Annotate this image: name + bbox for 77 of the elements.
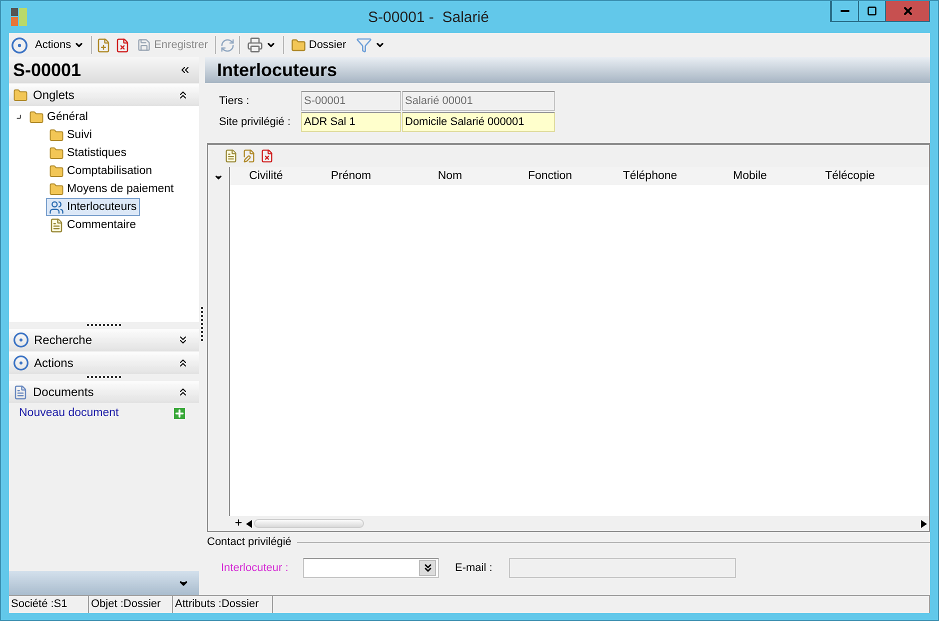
- window-title: S-00001 - Salarié: [367, 8, 490, 26]
- folder-icon: [13, 88, 28, 102]
- status-text: Société :S1: [9, 596, 89, 613]
- column-header[interactable]: Téléphone: [600, 167, 700, 185]
- input-field[interactable]: ADR Sal 1: [301, 112, 401, 132]
- caret-icon: [375, 40, 386, 50]
- target-icon[interactable]: [11, 36, 28, 54]
- tree-item[interactable]: Commentaire: [46, 216, 140, 234]
- actions-menu[interactable]: Actions: [32, 38, 88, 52]
- collapse-icon[interactable]: [179, 64, 191, 76]
- input-field[interactable]: Salarié 00001: [402, 91, 555, 111]
- email-field[interactable]: [509, 558, 736, 578]
- collapse-icon[interactable]: [177, 357, 189, 369]
- save-icon: [137, 38, 152, 52]
- close-button[interactable]: [885, 1, 929, 21]
- input-field[interactable]: S-00001: [301, 91, 401, 111]
- folder-icon: [29, 110, 44, 124]
- delete-file-icon[interactable]: [115, 38, 130, 52]
- target-icon: [13, 332, 29, 348]
- scrollbar-thumb[interactable]: [254, 519, 364, 528]
- group-legend: Contact privilégié: [207, 536, 292, 548]
- section-header[interactable]: Recherche: [9, 329, 199, 351]
- folder-icon: [49, 128, 64, 142]
- caret-icon: [74, 40, 84, 50]
- collapse-icon[interactable]: [177, 386, 189, 398]
- section-header[interactable]: Documents: [9, 381, 199, 403]
- section-header[interactable]: Onglets: [9, 84, 199, 106]
- page-title: Interlocuteurs: [217, 60, 338, 80]
- folder-icon: [49, 146, 64, 160]
- column-header[interactable]: Civilité: [230, 167, 302, 185]
- add-icon[interactable]: [174, 408, 185, 418]
- column-header[interactable]: Fonction: [500, 167, 600, 185]
- edit-row-icon[interactable]: [242, 149, 256, 163]
- column-header[interactable]: Mobile: [700, 167, 800, 185]
- folder-icon: [290, 38, 306, 52]
- field-label: Site privilégié :: [219, 116, 292, 128]
- column-header[interactable]: Télécopie: [800, 167, 900, 185]
- delete-row-icon[interactable]: [260, 149, 274, 163]
- document-icon: [13, 384, 28, 400]
- column-header[interactable]: Nom: [400, 167, 500, 185]
- target-icon: [13, 355, 29, 371]
- folder-icon: [49, 164, 64, 178]
- new-document-link[interactable]: Nouveau document: [19, 407, 119, 419]
- note-icon: [49, 218, 64, 232]
- status-text: Attributs :Dossier: [173, 596, 273, 613]
- field-label: E-mail :: [455, 562, 494, 574]
- collapse-icon[interactable]: [177, 89, 189, 101]
- record-title: S-00001: [13, 60, 82, 80]
- filter-icon: [356, 37, 372, 53]
- dropdown-button[interactable]: [419, 560, 436, 576]
- row-menu-caret-icon[interactable]: [214, 173, 223, 182]
- tree-item[interactable]: Général: [26, 108, 91, 126]
- scroll-right-icon[interactable]: [921, 520, 927, 528]
- new-file-icon[interactable]: [96, 38, 112, 52]
- tree-item[interactable]: Moyens de paiement: [46, 180, 177, 198]
- tree-item[interactable]: Interlocuteurs: [46, 198, 140, 216]
- tree-item[interactable]: Suivi: [46, 126, 95, 144]
- expand-icon[interactable]: [177, 334, 189, 346]
- status-text: Objet :Dossier: [89, 596, 173, 613]
- section-header[interactable]: Actions: [9, 352, 199, 374]
- maximize-icon: [867, 6, 877, 16]
- app-logo-icon: [11, 8, 27, 26]
- close-icon: [902, 5, 914, 17]
- field-label: Tiers :: [219, 95, 250, 107]
- scroll-left-icon[interactable]: [246, 520, 252, 528]
- folder-icon: [49, 182, 64, 196]
- plus-icon: [234, 518, 242, 526]
- tree-item[interactable]: Comptabilisation: [46, 162, 156, 180]
- new-row-icon[interactable]: [224, 149, 238, 163]
- caret-icon: [266, 40, 276, 50]
- field-label: Interlocuteur :: [221, 562, 290, 574]
- people-icon: [49, 200, 64, 214]
- folder-button[interactable]: Dossier: [288, 36, 350, 54]
- printer-icon: [246, 37, 263, 53]
- tree-item[interactable]: Statistiques: [46, 144, 130, 162]
- input-field[interactable]: Domicile Salarié 000001: [402, 112, 555, 132]
- column-header[interactable]: Prénom: [302, 167, 400, 185]
